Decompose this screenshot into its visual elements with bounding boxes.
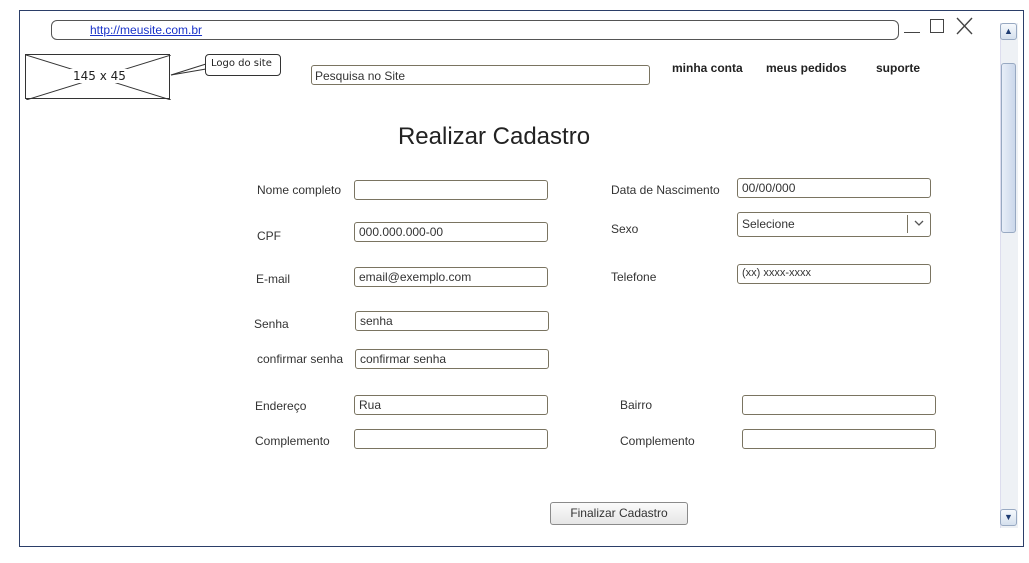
cpf-field[interactable]: 000.000.000-00: [354, 222, 548, 242]
url-link[interactable]: http://meusite.com.br: [90, 23, 202, 37]
complemento-right-label: Complemento: [620, 434, 695, 448]
senha-label: Senha: [254, 317, 289, 331]
sexo-selected-value: Selecione: [742, 217, 795, 231]
nome-field[interactable]: [354, 180, 548, 200]
complemento-left-label: Complemento: [255, 434, 330, 448]
scroll-up-icon[interactable]: ▲: [1000, 23, 1017, 40]
confirmar-senha-field[interactable]: confirmar senha: [355, 349, 549, 369]
nav-meus-pedidos[interactable]: meus pedidos: [766, 61, 847, 75]
logo-callout: Logo do site: [205, 54, 281, 76]
email-label: E-mail: [256, 272, 291, 286]
complemento-right-field[interactable]: [742, 429, 936, 449]
address-bar[interactable]: http://meusite.com.br: [51, 20, 899, 40]
bairro-label: Bairro: [620, 398, 653, 412]
finalizar-cadastro-button[interactable]: Finalizar Cadastro: [550, 502, 688, 525]
nav-minha-conta[interactable]: minha conta: [672, 61, 743, 75]
bairro-field[interactable]: [742, 395, 936, 415]
telefone-field[interactable]: (xx) xxxx-xxxx: [737, 264, 931, 284]
senha-field[interactable]: senha: [355, 311, 549, 331]
page-title: Realizar Cadastro: [397, 123, 591, 150]
sexo-select[interactable]: Selecione: [737, 212, 931, 237]
chevron-down-icon[interactable]: [907, 215, 930, 233]
telefone-label: Telefone: [611, 270, 657, 284]
nascimento-field[interactable]: 00/00/000: [737, 178, 931, 198]
complemento-left-field[interactable]: [354, 429, 548, 449]
minimize-icon[interactable]: [903, 17, 921, 35]
callout-pointer: [170, 63, 207, 76]
browser-window: http://meusite.com.br ▲ ▼ 145 x 45 Logo …: [19, 10, 1024, 547]
scrollbar-thumb[interactable]: [1001, 63, 1016, 233]
confirmar-senha-label: confirmar senha: [257, 352, 344, 366]
logo-placeholder: 145 x 45: [25, 54, 171, 100]
close-icon[interactable]: [955, 17, 973, 35]
nascimento-label: Data de Nascimento: [611, 183, 720, 197]
sexo-label: Sexo: [611, 222, 639, 236]
nome-label: Nome completo: [257, 183, 342, 197]
search-input[interactable]: Pesquisa no Site: [311, 65, 650, 85]
endereco-label: Endereço: [255, 399, 307, 413]
nav-suporte[interactable]: suporte: [876, 61, 920, 75]
email-field[interactable]: email@exemplo.com: [354, 267, 548, 287]
cpf-label: CPF: [257, 229, 281, 243]
endereco-field[interactable]: Rua: [354, 395, 548, 415]
logo-size-label: 145 x 45: [70, 69, 129, 83]
scroll-down-icon[interactable]: ▼: [1000, 509, 1017, 526]
maximize-icon[interactable]: [928, 17, 946, 35]
